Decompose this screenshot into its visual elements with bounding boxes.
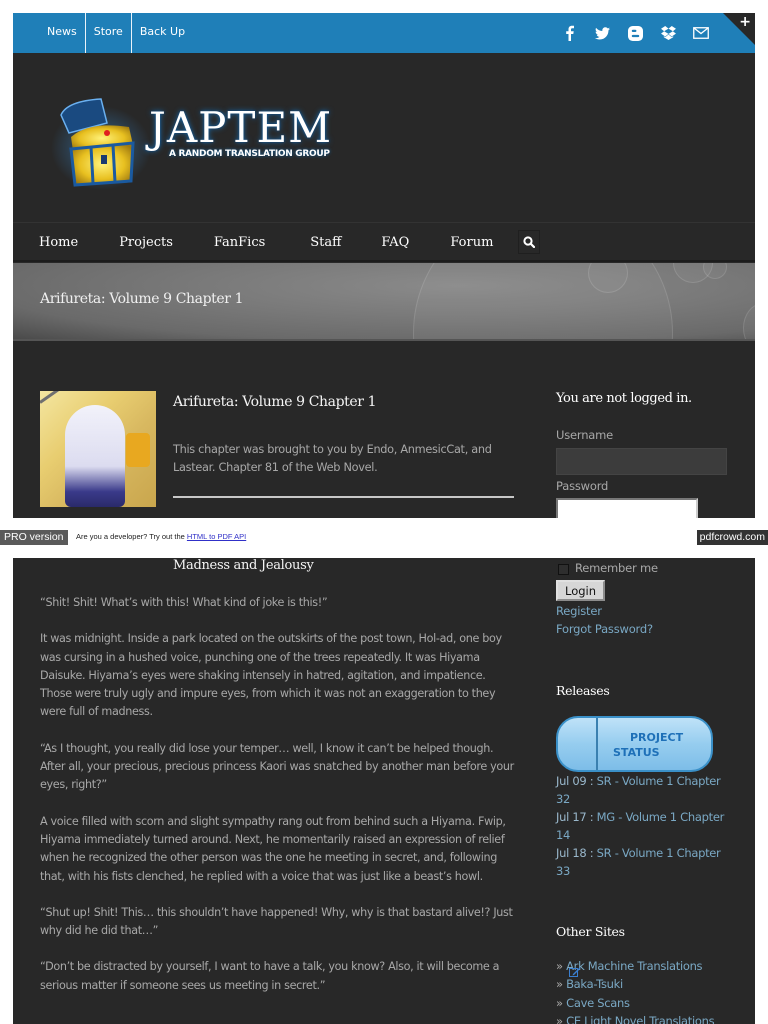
releases-heading: Releases [556,683,610,698]
bullet: » [556,977,567,992]
treasure-chest-icon [51,98,149,190]
page-bottom: Madness and Jealousy “Shit! Shit! What’s… [13,558,755,1024]
pdf-banner: PRO version Are you a developer? Try out… [0,530,768,545]
remember-me-label: Remember me [575,560,658,575]
nav-forum[interactable]: Forum [450,235,493,250]
other-site-item[interactable]: » CE Light Novel Translations [556,1012,715,1024]
username-input[interactable] [556,448,727,475]
plus-icon[interactable]: + [739,14,751,30]
release-item[interactable]: Jul 17 : MG - Volume 1 Chapter 14 [556,808,726,844]
mail-icon[interactable] [693,25,709,41]
release-item[interactable]: Jul 18 : SR - Volume 1 Chapter 33 [556,844,726,880]
releases-list: Jul 09 : SR - Volume 1 Chapter 32 Jul 17… [556,772,726,880]
article-paragraph: “Shut up! Shit! This… this shouldn’t hav… [40,905,513,938]
post-description: This chapter was brought to you by Endo,… [173,443,492,474]
article-paragraph: “Don’t be distracted by yourself, I want… [40,960,500,992]
other-site-item[interactable]: » Baka-Tsuki [556,975,714,993]
pdfcrowd-brand[interactable]: pdfcrowd.com [696,530,768,545]
main-nav: Home Projects FanFics Staff FAQ Forum [13,222,755,262]
other-site-link[interactable]: CE Light Novel Translations [566,1014,715,1024]
nav-staff[interactable]: Staff [310,235,341,250]
nav-projects[interactable]: Projects [119,235,173,250]
project-status-line2: STATUS [613,746,660,759]
password-label: Password [556,479,609,493]
bullet: » [556,995,567,1010]
site-logo[interactable]: JAPTEM A RANDOM TRANSLATION GROUP [49,93,339,193]
forgot-password-link[interactable]: Forgot Password? [556,622,653,636]
release-date: Jul 18 : [556,846,594,860]
blogger-icon[interactable] [627,25,643,41]
project-status-line1: PROJECT [630,731,684,744]
social-links [561,13,709,53]
remember-me[interactable]: Remember me [558,560,658,575]
thumbnail-art [126,433,150,467]
nav-fanfics[interactable]: FanFics [214,235,265,250]
login-button[interactable]: Login [556,580,606,601]
banner-decoration [413,263,673,339]
article-paragraph: “As I thought, you really did lose your … [40,741,514,792]
search-button[interactable] [518,230,540,254]
register-link[interactable]: Register [556,604,602,618]
bullet: » [556,959,567,973]
post-divider [173,496,514,498]
pro-version-label: PRO version [0,530,68,545]
login-heading: You are not logged in. [556,391,692,406]
article-paragraph: “Shit! Shit! What’s with this! What kind… [40,596,328,609]
chapter-heading: Madness and Jealousy [173,558,314,573]
edit-icon[interactable] [569,966,581,978]
nav-home[interactable]: Home [39,235,78,250]
release-date: Jul 17 : [556,810,594,824]
remember-me-checkbox[interactable] [558,564,569,575]
banner-decoration [743,303,755,339]
developer-text: Are you a developer? Try out the HTML to… [76,532,246,541]
other-site-link[interactable]: Baka-Tsuki [566,977,623,991]
other-site-link[interactable]: Cave Scans [566,996,630,1010]
html-to-pdf-api-link[interactable]: HTML to PDF API [187,532,246,541]
bullet: » [556,1013,567,1024]
project-status-button[interactable]: PROJECT STATUS [556,716,713,772]
thumbnail-art [40,391,99,404]
developer-prompt: Are you a developer? Try out the [76,532,187,541]
button-divider [596,718,598,770]
top-nav-store[interactable]: Store [86,13,132,53]
username-label: Username [556,428,614,442]
post-thumbnail[interactable] [40,391,156,507]
release-item[interactable]: Jul 09 : SR - Volume 1 Chapter 32 [556,772,726,808]
top-nav-back-up[interactable]: Back Up [132,13,193,53]
facebook-icon[interactable] [561,25,577,41]
banner-title: Arifureta: Volume 9 Chapter 1 [40,291,244,307]
release-date: Jul 09 : [556,774,594,788]
thumbnail-art [65,405,125,507]
top-bar: News Store Back Up + [13,13,755,53]
top-nav-news[interactable]: News [39,13,86,53]
article-paragraph: A voice filled with scorn and slight sym… [40,814,506,883]
password-input[interactable] [556,498,698,518]
logo-title: JAPTEM [149,103,333,152]
other-site-link[interactable]: Ark Machine Translations [566,959,702,973]
nav-faq[interactable]: FAQ [381,235,409,250]
other-site-item[interactable]: » Cave Scans [556,994,714,1012]
page-banner: Arifureta: Volume 9 Chapter 1 [13,263,755,341]
search-icon [523,236,535,248]
post-title[interactable]: Arifureta: Volume 9 Chapter 1 [173,394,377,410]
logo-subtitle: A RANDOM TRANSLATION GROUP [169,149,330,159]
dropbox-icon[interactable] [660,25,676,41]
twitter-icon[interactable] [594,25,610,41]
article-body: “Shit! Shit! What’s with this! What kind… [40,594,515,1013]
top-nav: News Store Back Up [39,13,193,53]
other-sites-heading: Other Sites [556,924,625,939]
page-top: News Store Back Up + JAPTEM A RANDOM TRA… [13,13,755,518]
article-paragraph: It was midnight. Inside a park located o… [40,632,502,719]
